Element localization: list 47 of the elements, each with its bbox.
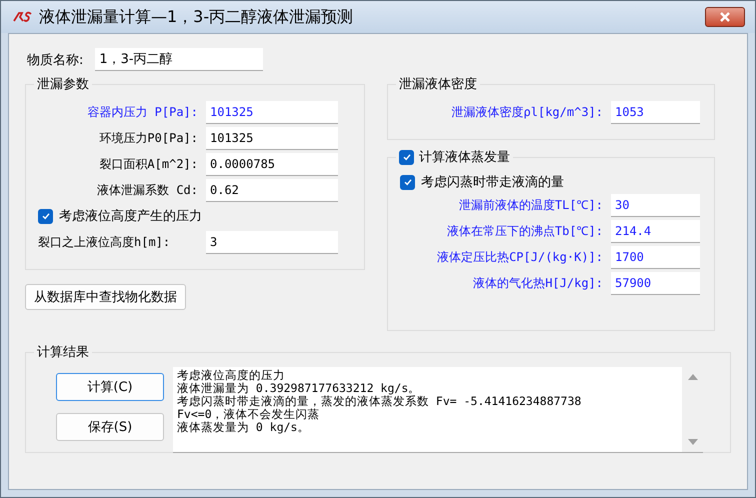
input-field[interactable]: 30	[611, 194, 700, 216]
input-field[interactable]: 101325	[206, 126, 338, 150]
output-line: 液体泄漏量为 0.392987177633212 kg/s。	[177, 382, 422, 395]
checkbox[interactable]	[400, 174, 415, 190]
output-line: 考虑闪蒸时带走液滴的量，蒸发的液体蒸发系数 Fv= -5.41416234887738	[177, 395, 582, 408]
field-label: 裂口之上液位高度h[m]:	[37, 234, 172, 250]
input-field[interactable]: 0.0000785	[206, 152, 338, 176]
input-field[interactable]: 0.62	[206, 178, 338, 202]
field-label: 液体定压比热CP[J/(kg·K)]:	[436, 248, 604, 266]
checkbox-label: 计算液体蒸发量	[419, 149, 510, 166]
check-icon	[402, 152, 412, 162]
output-line: 考虑液位高度的压力	[177, 369, 286, 382]
check-icon	[402, 177, 412, 187]
checkbox[interactable]	[38, 208, 53, 224]
action-button[interactable]: 保存(S)	[56, 413, 164, 441]
field-label: 环境压力P0[Pa]:	[98, 130, 199, 146]
lookup-button[interactable]: 从数据库中查找物化数据	[25, 284, 186, 310]
output-line: 液体蒸发量为 0 kg/s。	[177, 421, 310, 434]
field-label: 泄漏液体密度ρl[kg/m^3]:	[450, 104, 604, 120]
input-field[interactable]: 214.4	[611, 220, 700, 242]
field-label: 物质名称:	[27, 52, 84, 68]
field-label: 液体泄漏系数 Cd:	[96, 182, 199, 198]
input-field[interactable]: 101325	[206, 100, 338, 124]
input-field[interactable]: 3	[206, 230, 338, 254]
close-button[interactable]	[705, 7, 745, 27]
field-label: 液体在常压下的沸点Tb[℃]:	[446, 223, 604, 240]
group-title: 泄漏参数	[37, 76, 89, 93]
input-field[interactable]: 57900	[611, 272, 700, 294]
output-text-area[interactable]: 考虑液位高度的压力 液体泄漏量为 0.392987177633212 kg/s。 考虑闪蒸时带走液滴的量，蒸发的液体蒸发系数 Fv= -5.41416234887738 Fv<=0，液体不会发生闪蒸 液体蒸发量为 0 kg/s。	[173, 367, 703, 453]
group-title: 计算结果	[37, 344, 89, 361]
checkbox-label: 考虑液位高度产生的压力	[59, 208, 202, 225]
field-label: 裂口面积A[m^2]:	[98, 156, 199, 172]
group-title: 泄漏液体密度	[399, 76, 477, 93]
checkbox-label: 考虑闪蒸时带走液滴的量	[421, 174, 564, 191]
field-label: 容器内压力 P[Pa]:	[86, 104, 199, 120]
input-field[interactable]: 1，3-丙二醇	[95, 48, 264, 71]
field-label: 泄漏前液体的温度TL[℃]:	[458, 197, 604, 214]
action-button[interactable]: 计算(C)	[56, 373, 164, 401]
close-icon	[718, 11, 732, 23]
check-icon	[40, 211, 50, 221]
logo-icon	[13, 11, 33, 23]
checkbox[interactable]	[399, 150, 414, 164]
output-line: Fv<=0，液体不会发生闪蒸	[177, 408, 321, 421]
input-field[interactable]: 1053	[611, 100, 700, 124]
window-title: 液体泄漏量计算—1，3-丙二醇液体泄漏预测	[39, 6, 354, 28]
field-label: 液体的气化热H[J/kg]:	[472, 274, 604, 292]
input-field[interactable]: 1700	[611, 246, 700, 268]
